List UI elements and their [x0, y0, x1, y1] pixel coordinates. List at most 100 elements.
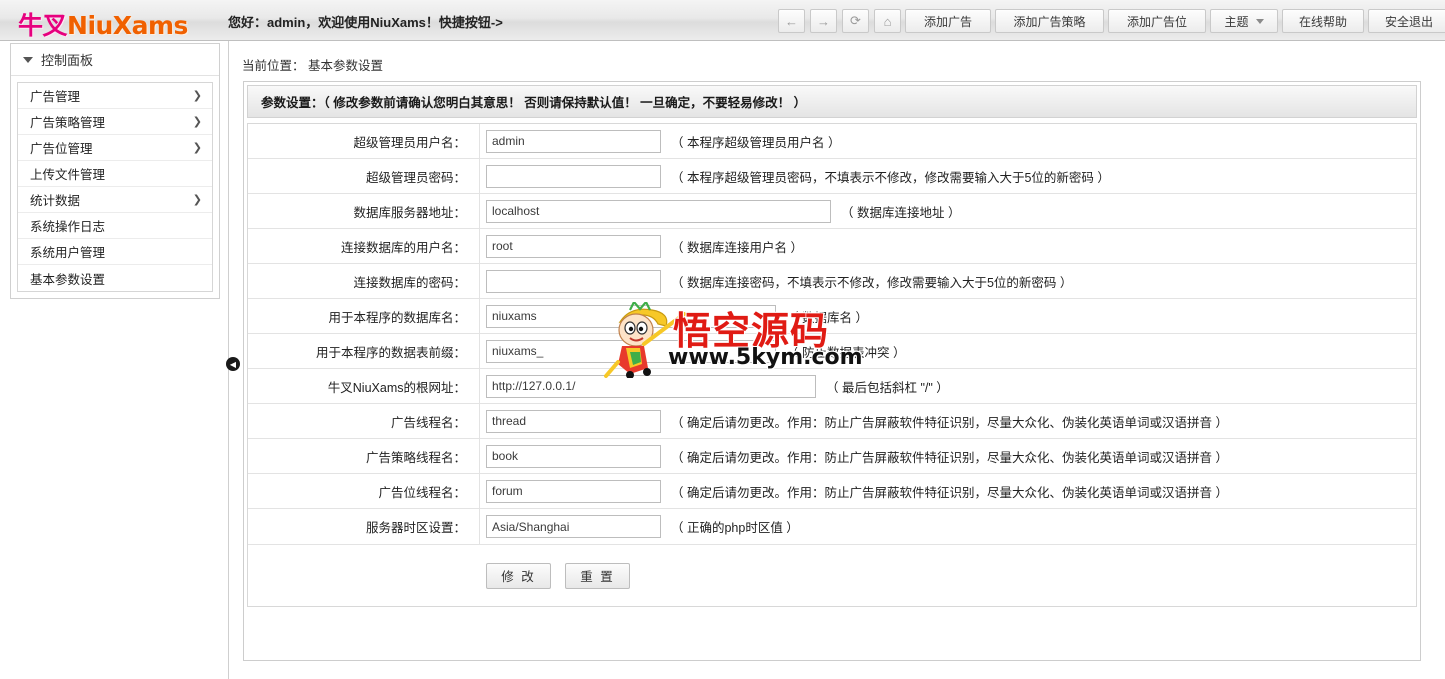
field-hint: （ 本程序超级管理员用户名 ）	[671, 135, 841, 150]
field-input-3[interactable]	[486, 234, 661, 258]
chevron-right-icon: ❯	[192, 116, 202, 128]
sidebar-item-6[interactable]: 系统用户管理	[18, 239, 212, 265]
field-label: 广告线程名：	[248, 404, 480, 438]
sidebar-item-0[interactable]: 广告管理 ❯	[18, 83, 212, 109]
chevron-right-icon: ❯	[192, 142, 202, 154]
field-label: 超级管理员密码：	[248, 159, 480, 193]
reset-button[interactable]: 重 置	[565, 562, 630, 589]
settings-row: 超级管理员密码： （ 本程序超级管理员密码，不填表示不修改，修改需要输入大于5位的…	[248, 159, 1416, 194]
toolbar-button-4[interactable]: 在线帮助	[1282, 9, 1364, 33]
settings-form: 超级管理员用户名： （ 本程序超级管理员用户名 ） 超级管理员密码： （ 本程序超级管…	[247, 123, 1417, 607]
field-cell	[480, 234, 661, 258]
field-cell	[480, 304, 776, 328]
sidebar-item-1[interactable]: 广告策略管理 ❯	[18, 109, 212, 135]
sidebar-item-5[interactable]: 系统操作日志	[18, 213, 212, 239]
sidebar: 控制面板 广告管理 ❯ 广告策略管理 ❯ 广告位管理 ❯ 上传文件管理 统计数据 ❯ 系统操作日志…	[0, 41, 229, 679]
field-hint: （ 最后包括斜杠 "/" ）	[826, 380, 949, 395]
chevron-down-icon	[23, 56, 33, 63]
field-cell	[480, 339, 776, 363]
field-input-8[interactable]	[486, 409, 661, 433]
control-panel-header[interactable]: 控制面板	[11, 44, 219, 76]
field-cell	[480, 374, 816, 398]
content-panel: 参数设置：（ 修改参数前请确认您明白其意思！ 否则请保持默认值！ 一旦确定，不要…	[243, 81, 1421, 661]
field-hint: （ 正确的php时区值 ）	[671, 521, 799, 535]
app-logo[interactable]: 牛叉NiuXams	[18, 6, 188, 42]
field-cell	[480, 129, 661, 153]
sidebar-item-2[interactable]: 广告位管理 ❯	[18, 135, 212, 161]
field-hint: （ 确定后请勿更改。作用：防止广告屏蔽软件特征识别，尽量大众化、伪装化英语单词或…	[671, 450, 1228, 465]
chevron-down-icon	[1255, 18, 1264, 24]
toolbar-button-label: 安全退出	[1384, 14, 1433, 29]
sidebar-item-label: 上传文件管理	[30, 168, 106, 182]
field-hint: （ 数据库名 ）	[786, 310, 868, 325]
form-actions: 修 改 重 置	[248, 544, 1416, 606]
field-label: 服务器时区设置：	[248, 509, 480, 544]
field-label: 连接数据库的密码：	[248, 264, 480, 298]
field-input-2[interactable]	[486, 199, 831, 223]
sidebar-item-label: 广告管理	[30, 90, 81, 104]
field-input-1[interactable]	[486, 164, 661, 188]
sidebar-item-label: 统计数据	[30, 194, 81, 208]
refresh-icon[interactable]: ⟳	[842, 9, 869, 33]
field-hint: （ 数据库连接用户名 ）	[671, 240, 803, 255]
toolbar-button-5[interactable]: 安全退出	[1368, 9, 1445, 33]
settings-row: 连接数据库的密码： （ 数据库连接密码，不填表示不修改，修改需要输入大于5位的新密…	[248, 264, 1416, 299]
field-cell	[480, 409, 661, 433]
sidebar-menu: 广告管理 ❯ 广告策略管理 ❯ 广告位管理 ❯ 上传文件管理 统计数据 ❯ 系统操作日志 系统用户管…	[17, 82, 213, 292]
field-label: 广告位线程名：	[248, 474, 480, 508]
sidebar-collapse-handle[interactable]: ◀	[226, 357, 240, 371]
toolbar-button-1[interactable]: 添加广告策略	[995, 9, 1104, 33]
field-cell	[480, 269, 661, 293]
toolbar-button-label: 添加广告	[923, 14, 972, 29]
back-icon[interactable]: ←	[778, 9, 805, 33]
field-input-0[interactable]	[486, 129, 661, 153]
sidebar-item-3[interactable]: 上传文件管理	[18, 161, 212, 187]
settings-row: 服务器时区设置： （ 正确的php时区值 ）	[248, 509, 1416, 544]
field-input-10[interactable]	[486, 479, 661, 503]
field-input-4[interactable]	[486, 269, 661, 293]
logo-english-text: NiuXams	[67, 11, 188, 40]
toolbar-button-2[interactable]: 添加广告位	[1108, 9, 1206, 33]
control-panel: 控制面板 广告管理 ❯ 广告策略管理 ❯ 广告位管理 ❯ 上传文件管理 统计数据 ❯ 系统操作日志…	[10, 43, 220, 299]
home-icon[interactable]: ⌂	[874, 9, 901, 33]
field-input-7[interactable]	[486, 374, 816, 398]
field-cell	[480, 164, 661, 188]
field-hint: （ 数据库连接密码，不填表示不修改，修改需要输入大于5位的新密码 ）	[671, 275, 1073, 290]
toolbar-button-3[interactable]: 主题	[1210, 9, 1278, 33]
field-input-11[interactable]	[486, 515, 661, 538]
toolbar-button-label: 在线帮助	[1298, 14, 1347, 29]
sidebar-item-7[interactable]: 基本参数设置	[18, 265, 212, 291]
sidebar-item-4[interactable]: 统计数据 ❯	[18, 187, 212, 213]
settings-notice-banner: 参数设置：（ 修改参数前请确认您明白其意思！ 否则请保持默认值！ 一旦确定，不要…	[247, 85, 1417, 118]
logo-chinese-text: 牛叉	[18, 11, 68, 40]
settings-row: 用于本程序的数据表前缀： （ 防止数据表冲突 ）	[248, 334, 1416, 369]
settings-row: 连接数据库的用户名： （ 数据库连接用户名 ）	[248, 229, 1416, 264]
sidebar-item-label: 系统用户管理	[30, 246, 106, 260]
chevron-right-icon: ❯	[192, 194, 202, 206]
sidebar-item-label: 系统操作日志	[30, 220, 106, 234]
submit-button[interactable]: 修 改	[486, 562, 551, 589]
toolbar-button-0[interactable]: 添加广告	[905, 9, 991, 33]
field-cell	[480, 199, 831, 223]
field-label: 连接数据库的用户名：	[248, 229, 480, 263]
settings-row: 广告策略线程名： （ 确定后请勿更改。作用：防止广告屏蔽软件特征识别，尽量大众化、…	[248, 439, 1416, 474]
settings-row: 牛叉NiuXams的根网址： （ 最后包括斜杠 "/" ）	[248, 369, 1416, 404]
sidebar-item-label: 基本参数设置	[30, 272, 106, 287]
settings-row: 数据库服务器地址： （ 数据库连接地址 ）	[248, 194, 1416, 229]
welcome-message: 您好：admin，欢迎使用NiuXams！快捷按钮->	[228, 15, 503, 30]
toolbar-button-label: 添加广告策略	[1013, 14, 1086, 29]
settings-row: 超级管理员用户名： （ 本程序超级管理员用户名 ）	[248, 124, 1416, 159]
field-cell	[480, 479, 661, 503]
field-hint: （ 本程序超级管理员密码，不填表示不修改，修改需要输入大于5位的新密码 ）	[671, 170, 1110, 185]
sidebar-item-label: 广告策略管理	[30, 116, 106, 130]
toolbar-button-label: 主题	[1224, 14, 1249, 29]
settings-rows: 超级管理员用户名： （ 本程序超级管理员用户名 ） 超级管理员密码： （ 本程序超级管…	[248, 124, 1416, 544]
field-label: 用于本程序的数据库名：	[248, 299, 480, 333]
field-hint: （ 防止数据表冲突 ）	[786, 345, 906, 360]
field-hint: （ 确定后请勿更改。作用：防止广告屏蔽软件特征识别，尽量大众化、伪装化英语单词或…	[671, 415, 1228, 430]
field-input-6[interactable]	[486, 339, 776, 363]
field-input-5[interactable]	[486, 304, 776, 328]
forward-icon[interactable]: →	[810, 9, 837, 33]
field-input-9[interactable]	[486, 444, 661, 468]
toolbar-button-label: 添加广告位	[1126, 14, 1187, 29]
